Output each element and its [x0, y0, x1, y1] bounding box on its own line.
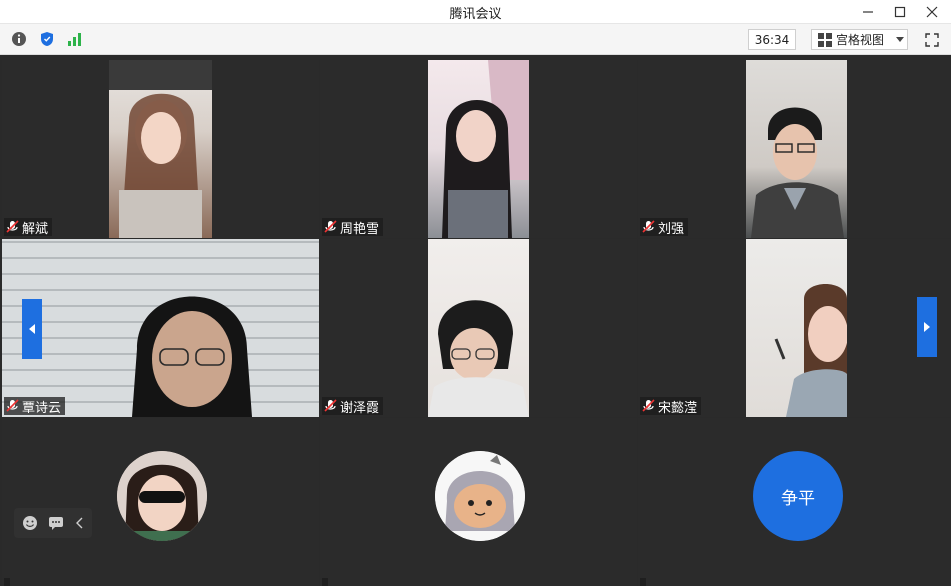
mic-muted-icon: [6, 220, 20, 234]
mic-muted-icon: [642, 220, 656, 234]
view-mode-dropdown[interactable]: 宫格视图: [811, 29, 908, 50]
maximize-button[interactable]: [887, 2, 913, 22]
prev-page-button[interactable]: [22, 299, 42, 359]
meeting-toolbar: 36:34 宫格视图: [0, 24, 951, 55]
maximize-icon: [894, 6, 906, 18]
person-silhouette: [774, 284, 848, 417]
participant-nameplate: 周艳雪: [322, 218, 384, 237]
participant-nameplate: 宋懿滢: [640, 397, 702, 416]
person-silhouette: [109, 60, 212, 238]
participant-nameplate: [4, 578, 10, 586]
window-title: 腾讯会议: [449, 7, 502, 22]
participant-video: [746, 239, 848, 417]
emoji-icon[interactable]: [22, 515, 38, 531]
participant-tile[interactable]: 刘强: [638, 60, 951, 238]
participant-nameplate: [322, 578, 328, 586]
next-page-button[interactable]: [917, 297, 937, 357]
chevron-left-icon: [29, 324, 35, 334]
mic-muted-icon: [642, 399, 656, 413]
participant-video: [746, 60, 847, 238]
participant-name: 覃诗云: [22, 400, 62, 416]
mic-muted-icon: [6, 399, 20, 413]
person-silhouette: [132, 296, 252, 417]
participant-tile[interactable]: 周艳雪: [320, 60, 637, 238]
title-bar: 腾讯会议: [0, 0, 951, 24]
participant-tile[interactable]: 解斌: [2, 60, 319, 238]
chevron-right-icon: [924, 322, 930, 332]
participant-tile[interactable]: 谢泽霞: [320, 239, 637, 417]
participant-name: 解斌: [22, 221, 49, 237]
participant-video: [109, 60, 212, 238]
participant-nameplate: 解斌: [4, 218, 53, 237]
participant-video: [428, 239, 529, 417]
avatar-initials: 争平: [781, 488, 815, 509]
participant-nameplate: 刘强: [640, 218, 689, 237]
participant-tile[interactable]: [320, 418, 637, 586]
participant-tile[interactable]: 覃诗云: [2, 239, 319, 417]
participant-nameplate: [640, 578, 646, 586]
close-icon: [926, 6, 938, 18]
participant-video: [2, 239, 319, 417]
fullscreen-icon: [925, 33, 939, 47]
person-silhouette: [428, 300, 529, 417]
participant-name: 刘强: [658, 221, 685, 237]
participant-avatar: [435, 451, 525, 541]
window-controls: [855, 2, 945, 22]
person-silhouette: [442, 60, 529, 238]
meeting-timer: 36:34: [748, 29, 796, 50]
chevron-down-icon: [896, 36, 905, 42]
mic-muted-icon: [324, 220, 338, 234]
info-icon[interactable]: [10, 30, 28, 48]
fullscreen-button[interactable]: [922, 30, 942, 50]
signal-icon[interactable]: [66, 30, 84, 48]
participant-name: 宋懿滢: [658, 400, 698, 416]
video-grid: 解斌 周艳雪 刘强 覃诗云 谢泽霞 宋懿滢 争平: [0, 55, 951, 586]
collapse-left-icon[interactable]: [74, 515, 84, 531]
view-mode-label: 宫格视图: [836, 33, 885, 47]
chat-icon[interactable]: [48, 515, 64, 531]
participant-name: 周艳雪: [340, 221, 380, 237]
minimize-button[interactable]: [855, 2, 881, 22]
participant-name: 谢泽霞: [340, 400, 380, 416]
floating-toolbar: [14, 508, 92, 538]
grid-view-icon: [818, 32, 832, 47]
minimize-icon: [863, 11, 873, 13]
mic-muted-icon: [324, 399, 338, 413]
shield-icon[interactable]: [38, 30, 56, 48]
participant-avatar: 争平: [753, 451, 843, 541]
avatar-image: [435, 451, 525, 541]
participant-tile[interactable]: 争平: [638, 418, 951, 586]
participant-tile[interactable]: 宋懿滢: [638, 239, 951, 417]
participant-nameplate: 谢泽霞: [322, 397, 384, 416]
person-silhouette: [751, 107, 844, 238]
participant-avatar: [117, 451, 207, 541]
participant-video: [428, 60, 529, 238]
participant-tile[interactable]: [2, 418, 319, 586]
close-button[interactable]: [919, 2, 945, 22]
participant-nameplate: 覃诗云: [4, 397, 66, 416]
avatar-image: [117, 451, 207, 541]
